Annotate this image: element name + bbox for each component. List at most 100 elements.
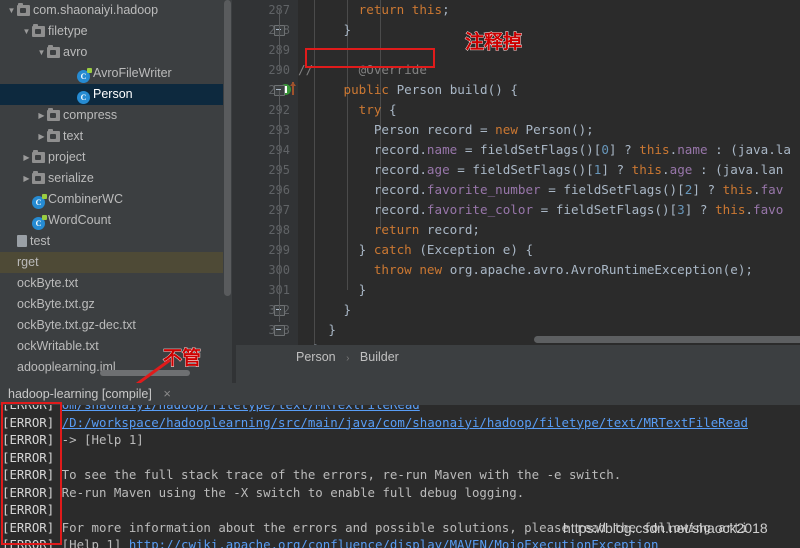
code-fold-toggle[interactable] <box>274 325 285 336</box>
breadcrumb-separator-icon: › <box>346 353 350 364</box>
line-number: 289 <box>250 40 290 60</box>
tree-item-ockbyte-txt-gz[interactable]: ockByte.txt.gz <box>0 294 232 315</box>
console-line: [ERROR] om/shaonaiyi/hadoop/filetype/tex… <box>2 405 420 414</box>
chevron-right-icon[interactable] <box>21 168 32 189</box>
line-number: 287 <box>250 0 290 20</box>
run-tab-label: hadoop-learning [compile] <box>8 387 152 401</box>
tree-item-wordcount[interactable]: C WordCount <box>0 210 232 231</box>
project-tree-list: com.shaonaiyi.hadoop filetype avro CAvroFil… <box>0 0 232 378</box>
tree-scrollbar-thumb[interactable] <box>224 0 231 296</box>
console-line: [ERROR] To see the full stack trace of t… <box>2 466 621 484</box>
package-icon <box>47 129 60 142</box>
comment-out-annotation: 注释掉 <box>465 31 523 54</box>
tree-item-label: text <box>63 129 84 144</box>
code-line[interactable]: record.age = fieldSetFlags()[1] ? this.a… <box>298 160 784 180</box>
tree-item-label: ockWritable.txt <box>17 339 99 354</box>
tree-item-label: com.shaonaiyi.hadoop <box>33 3 159 18</box>
console-text: Re-run Maven using the -X switch to enab… <box>54 484 525 500</box>
chevron-right-icon[interactable] <box>36 126 47 147</box>
tree-item-label: compress <box>63 108 118 123</box>
tree-item-combinerwc[interactable]: C CombinerWC <box>0 189 232 210</box>
console-link[interactable]: http://cwiki.apache.org/confluence/displ… <box>129 537 659 548</box>
code-line[interactable]: try { <box>298 100 397 120</box>
tree-item-project[interactable]: project <box>0 147 232 168</box>
file-icon <box>17 235 27 247</box>
tree-item-label: AvroFileWriter <box>93 66 172 81</box>
code-line[interactable]: record.name = fieldSetFlags()[0] ? this.… <box>298 140 791 160</box>
editor-bottom-strip <box>236 370 800 383</box>
line-number: 292 <box>250 100 290 120</box>
code-line[interactable]: } catch (Exception e) { <box>298 240 533 260</box>
chevron-right-icon[interactable] <box>21 147 32 168</box>
comment-highlight-box <box>305 48 435 68</box>
chevron-down-icon[interactable] <box>36 42 47 63</box>
code-line[interactable]: } <box>298 320 336 340</box>
tree-item-compress[interactable]: compress <box>0 105 232 126</box>
line-number: 293 <box>250 120 290 140</box>
tree-item-label: WordCount <box>48 213 111 228</box>
run-tab-bar: hadoop-learning [compile] × <box>0 383 800 405</box>
line-number: 294 <box>250 140 290 160</box>
package-icon <box>17 3 30 16</box>
tree-item-label: Person <box>93 87 133 102</box>
console-line: [ERROR] Re-run Maven using the -X switch… <box>2 484 524 502</box>
tree-vertical-scrollbar[interactable] <box>223 0 232 383</box>
tree-item-ockbyte-txt[interactable]: ockByte.txt <box>0 273 232 294</box>
tree-item-person[interactable]: C Person <box>0 84 232 105</box>
breadcrumb-class[interactable]: Person <box>296 350 336 364</box>
fold-connector <box>279 10 280 70</box>
tree-item-test[interactable]: test <box>0 231 232 252</box>
tree-item-label: serialize <box>48 171 94 186</box>
breadcrumb-member[interactable]: Builder <box>360 350 399 364</box>
line-number: 298 <box>250 220 290 240</box>
line-number: 295 <box>250 160 290 180</box>
tree-item-avrofilewriter[interactable]: C AvroFileWriter <box>0 63 232 84</box>
tree-item-label: avro <box>63 45 88 60</box>
chevron-right-icon[interactable] <box>36 105 47 126</box>
tree-item-rget[interactable]: rget <box>0 252 232 273</box>
tree-item-label: ockByte.txt.gz <box>17 297 95 312</box>
code-line[interactable]: return record; <box>298 220 480 240</box>
code-line[interactable]: } <box>298 300 351 320</box>
ide-window: com.shaonaiyi.hadoop filetype avro CAvroFil… <box>0 0 800 548</box>
package-icon <box>47 45 60 58</box>
run-tab-hadoop-learning[interactable]: hadoop-learning [compile] × <box>4 384 175 404</box>
console-line: [ERROR] [Help 1] http://cwiki.apache.org… <box>2 536 658 548</box>
code-line[interactable]: Person record = new Person(); <box>298 120 594 140</box>
tree-item-avro[interactable]: avro <box>0 42 232 63</box>
error-column-highlight-box <box>1 402 62 545</box>
tree-item-label: test <box>30 234 51 249</box>
code-line[interactable]: public Person build() { <box>298 80 518 100</box>
line-number: 300 <box>250 260 290 280</box>
package-icon <box>47 108 60 121</box>
code-line[interactable]: } <box>298 280 367 300</box>
breadcrumb[interactable]: Person › Builder <box>236 345 800 370</box>
code-line[interactable]: record.favorite_number = fieldSetFlags()… <box>298 180 784 200</box>
package-icon <box>32 171 45 184</box>
chevron-down-icon[interactable] <box>6 0 17 21</box>
console-line: [ERROR] /D:/workspace/hadooplearning/src… <box>2 414 748 432</box>
code-line[interactable]: } <box>298 20 351 40</box>
fold-connector <box>279 90 280 322</box>
tree-item-ockbyte-txt-gz-dec-txt[interactable]: ockByte.txt.gz-dec.txt <box>0 315 232 336</box>
console-link[interactable]: om/shaonaiyi/hadoop/filetype/text/MRText… <box>62 405 420 412</box>
tree-item-text[interactable]: text <box>0 126 232 147</box>
close-icon[interactable]: × <box>163 386 171 401</box>
chevron-down-icon[interactable] <box>21 21 32 42</box>
tree-item-serialize[interactable]: serialize <box>0 168 232 189</box>
package-icon <box>32 150 45 163</box>
project-tree-panel[interactable]: com.shaonaiyi.hadoop filetype avro CAvroFil… <box>0 0 232 383</box>
code-line[interactable]: throw new org.apache.avro.AvroRuntimeExc… <box>298 260 753 280</box>
code-line[interactable]: return this; <box>298 0 450 20</box>
console-text: [Help 1] <box>54 537 129 548</box>
console-link[interactable]: /D:/workspace/hadooplearning/src/main/ja… <box>62 415 748 430</box>
watermark-url: https://blog.csdn.net/shaock2018 <box>563 520 768 536</box>
package-icon <box>32 24 45 37</box>
editor-horizontal-scrollbar[interactable] <box>534 336 800 343</box>
code-line[interactable]: record.favorite_color = fieldSetFlags()[… <box>298 200 784 220</box>
editor-gutter[interactable]: 2872882892902912922932942952962972982993… <box>236 0 298 345</box>
tree-item-filetype[interactable]: filetype <box>0 21 232 42</box>
line-number: 299 <box>250 240 290 260</box>
tree-item-com-shaonaiyi-hadoop[interactable]: com.shaonaiyi.hadoop <box>0 0 232 21</box>
console-text: To see the full stack trace of the error… <box>54 467 622 482</box>
